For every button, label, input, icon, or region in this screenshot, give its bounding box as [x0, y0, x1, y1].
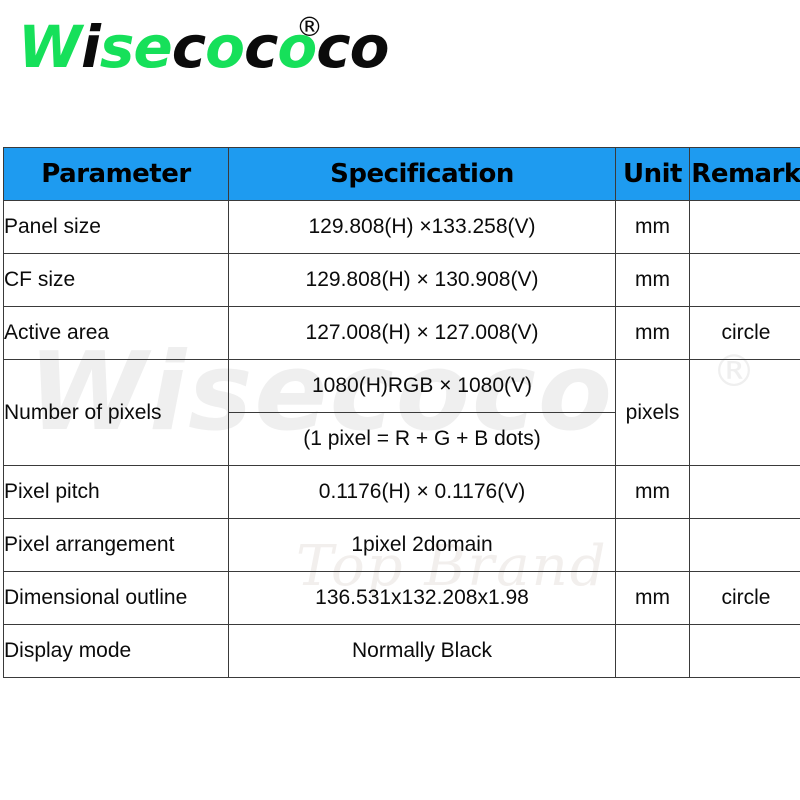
specification-table: Parameter Specification Unit Remark Pane…: [3, 147, 800, 678]
cell-parameter: Display mode: [3, 624, 229, 678]
cell-unit: mm: [615, 253, 690, 307]
column-header-unit: Unit: [615, 147, 690, 201]
specification-line-1: 1080(H)RGB × 1080(V): [229, 360, 615, 413]
table-row: Display mode Normally Black: [3, 624, 800, 678]
cell-remark: circle: [689, 306, 800, 360]
cell-remark: [689, 465, 800, 519]
cell-remark: [689, 253, 800, 307]
logo-letter-c1: c: [171, 13, 206, 81]
cell-remark: circle: [689, 571, 800, 625]
cell-specification-split: 1080(H)RGB × 1080(V) (1 pixel = R + G + …: [228, 359, 616, 466]
cell-parameter: Pixel arrangement: [3, 518, 229, 572]
table-row: CF size 129.808(H) × 130.908(V) mm: [3, 253, 800, 307]
cell-specification: 129.808(H) × 130.908(V): [228, 253, 616, 307]
cell-unit: mm: [615, 571, 690, 625]
table-row: Active area 127.008(H) × 127.008(V) mm c…: [3, 306, 800, 360]
cell-unit: pixels: [615, 359, 690, 466]
cell-remark: [689, 200, 800, 254]
cell-remark: [689, 624, 800, 678]
cell-unit: mm: [615, 465, 690, 519]
column-header-specification: Specification: [228, 147, 616, 201]
cell-remark: [689, 359, 800, 466]
cell-parameter: CF size: [3, 253, 229, 307]
cell-specification: Normally Black: [228, 624, 616, 678]
cell-specification: 129.808(H) ×133.258(V): [228, 200, 616, 254]
cell-specification: 136.531x132.208x1.98: [228, 571, 616, 625]
specification-split-group: 1080(H)RGB × 1080(V) (1 pixel = R + G + …: [229, 360, 615, 465]
cell-specification: 1pixel 2domain: [228, 518, 616, 572]
cell-parameter: Pixel pitch: [3, 465, 229, 519]
table-row: Pixel pitch 0.1176(H) × 0.1176(V) mm: [3, 465, 800, 519]
registered-trademark-icon: ®: [296, 12, 323, 43]
specification-line-2: (1 pixel = R + G + B dots): [303, 427, 541, 450]
table-row: Number of pixels 1080(H)RGB × 1080(V) (1…: [3, 359, 800, 466]
column-header-parameter: Parameter: [3, 147, 229, 201]
logo-letter-i: i: [80, 13, 101, 81]
cell-parameter: Dimensional outline: [3, 571, 229, 625]
cell-parameter: Panel size: [3, 200, 229, 254]
brand-header: Wisecococo ®: [0, 0, 800, 140]
logo-letter-c2: c: [243, 13, 278, 81]
logo-letters-se: se: [99, 13, 173, 81]
cell-unit: [615, 624, 690, 678]
table-header: Parameter Specification Unit Remark: [3, 147, 800, 201]
cell-unit: [615, 518, 690, 572]
cell-unit: mm: [615, 306, 690, 360]
table-header-row: Parameter Specification Unit Remark: [3, 147, 800, 201]
wisecoco-logo-wordmark: Wisecococo: [18, 18, 389, 76]
cell-specification: 127.008(H) × 127.008(V): [228, 306, 616, 360]
column-header-remark: Remark: [689, 147, 800, 201]
cell-unit: mm: [615, 200, 690, 254]
table-body: Panel size 129.808(H) ×133.258(V) mm CF …: [3, 200, 800, 678]
logo-letter-w: W: [18, 13, 82, 81]
cell-parameter: Number of pixels: [3, 359, 229, 466]
specification-table-container: Parameter Specification Unit Remark Pane…: [3, 147, 800, 678]
table-row: Pixel arrangement 1pixel 2domain: [3, 518, 800, 572]
cell-remark: [689, 518, 800, 572]
cell-specification: 0.1176(H) × 0.1176(V): [228, 465, 616, 519]
logo-letter-o1: o: [205, 13, 245, 81]
table-row: Panel size 129.808(H) ×133.258(V) mm: [3, 200, 800, 254]
table-row: Dimensional outline 136.531x132.208x1.98…: [3, 571, 800, 625]
cell-parameter: Active area: [3, 306, 229, 360]
logo-letter-o3: o: [349, 13, 390, 81]
